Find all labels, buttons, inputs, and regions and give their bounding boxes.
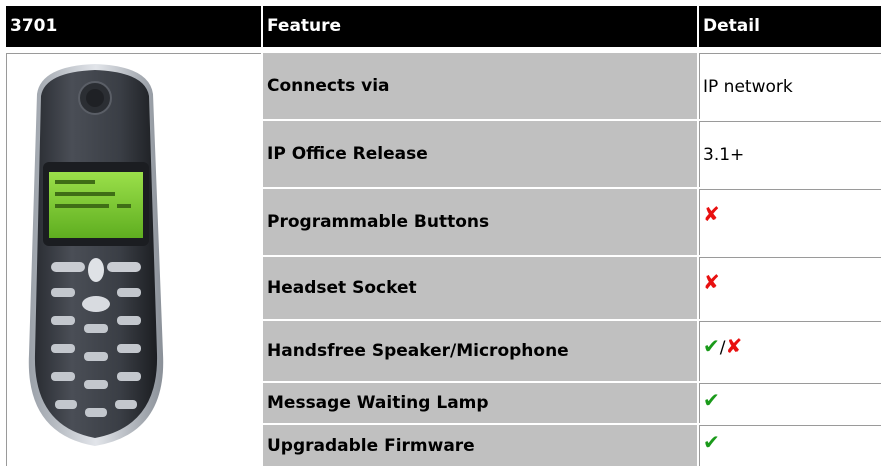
phone-image-cell [6, 53, 261, 466]
detail-cell: IP network [699, 53, 881, 119]
detail-cell: ✔/✘ [699, 321, 881, 381]
feature-cell: Message Waiting Lamp [263, 383, 697, 423]
detail-cell: ✔ [699, 425, 881, 466]
feature-cell: Programmable Buttons [263, 189, 697, 255]
phone-spec-table: 3701 Feature Detail Connects via IP netw… [0, 0, 881, 466]
feature-cell: Upgradable Firmware [263, 425, 697, 466]
feature-cell: IP Office Release [263, 121, 697, 187]
handset-phone-image [28, 64, 164, 446]
cross-icon: ✘ [703, 270, 720, 294]
tick-icon: ✔ [703, 334, 720, 358]
detail-cell: 3.1+ [699, 121, 881, 187]
header-feature: Feature [263, 6, 697, 47]
detail-cell: ✘ [699, 257, 881, 319]
feature-cell: Connects via [263, 53, 697, 119]
header-detail: Detail [699, 6, 881, 47]
cross-icon: ✘ [725, 334, 743, 358]
detail-cell: ✔ [699, 383, 881, 423]
feature-cell: Headset Socket [263, 257, 697, 319]
tick-icon: ✔ [703, 430, 720, 454]
header-phone-model: 3701 [6, 6, 261, 47]
detail-cell: ✘ [699, 189, 881, 255]
tick-icon: ✔ [703, 388, 720, 412]
feature-cell: Handsfree Speaker/Microphone [263, 321, 697, 381]
cross-icon: ✘ [703, 202, 720, 226]
